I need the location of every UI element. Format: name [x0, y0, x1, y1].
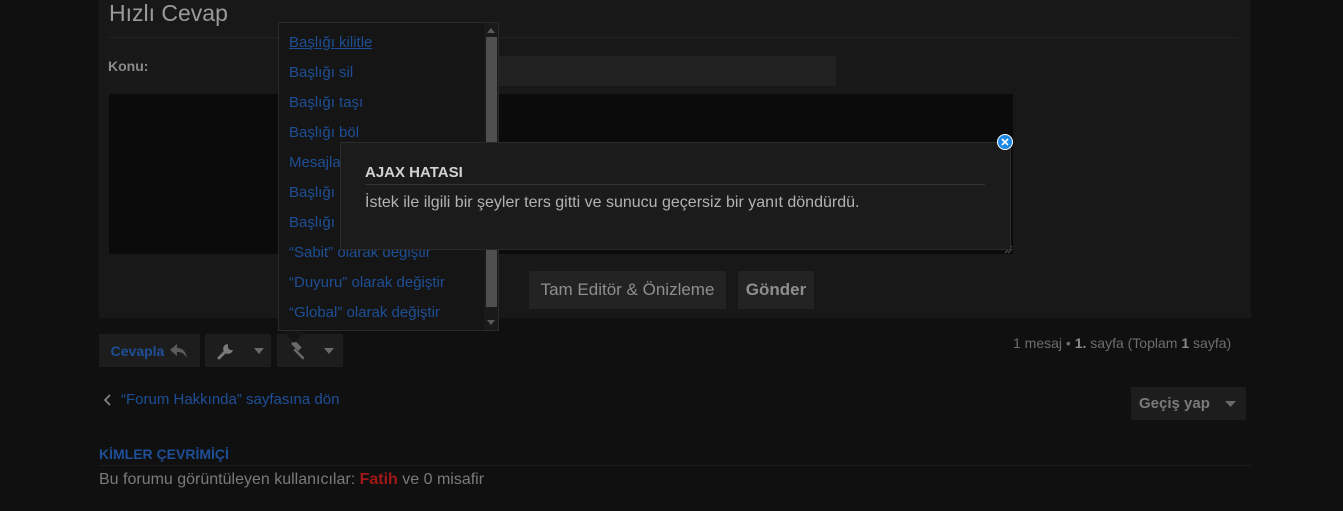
- menu-item-move-topic[interactable]: Başlığı taşı: [289, 94, 363, 111]
- hammer-icon: [291, 341, 305, 359]
- current-page: 1.: [1074, 335, 1087, 351]
- send-button[interactable]: Gönder: [738, 271, 814, 309]
- menu-item-split-topic[interactable]: Başlığı böl: [289, 124, 359, 141]
- reply-label: Cevapla: [110, 342, 165, 359]
- total-word: sayfa): [1193, 335, 1232, 351]
- subject-label: Konu:: [108, 58, 149, 74]
- post-count: 1 mesaj: [1013, 335, 1063, 351]
- online-suffix: ve 0 misafir: [402, 471, 485, 488]
- menu-item-delete-topic[interactable]: Başlığı sil: [289, 64, 353, 81]
- online-user-link[interactable]: Fatih: [360, 471, 398, 488]
- pagination-summary: 1 mesaj • 1. sayfa (Toplam 1 sayfa): [1013, 335, 1231, 351]
- scroll-down-arrow-icon[interactable]: [487, 320, 495, 325]
- menu-item-make-announcement[interactable]: “Duyuru” olarak değiştir: [289, 274, 445, 291]
- online-users-text: Bu forumu görüntüleyen kullanıcılar: Fat…: [99, 471, 484, 489]
- wrench-icon: [217, 343, 233, 359]
- caret-down-icon: [254, 347, 264, 354]
- reply-arrow-icon: [170, 343, 188, 358]
- subject-input[interactable]: [498, 56, 836, 86]
- jump-to-button[interactable]: Geçiş yap: [1131, 387, 1246, 420]
- close-icon[interactable]: [997, 134, 1013, 150]
- menu-item-topic-action-6[interactable]: Başlığı: [289, 184, 335, 201]
- menu-item-make-global[interactable]: “Global” olarak değiştir: [289, 304, 440, 321]
- reply-button[interactable]: Cevapla: [99, 334, 200, 367]
- chevron-left-icon: [104, 393, 111, 406]
- bullet-separator: •: [1065, 335, 1071, 351]
- back-to-forum-link[interactable]: “Forum Hakkında” sayfasına dön: [104, 391, 339, 408]
- menu-item-merge-posts[interactable]: Mesajla: [289, 154, 341, 171]
- back-link-label: “Forum Hakkında” sayfasına dön: [121, 391, 340, 408]
- moderation-dropdown[interactable]: [315, 334, 343, 367]
- who-is-online-heading: KİMLER ÇEVRİMİÇİ: [99, 446, 229, 462]
- online-prefix: Bu forumu görüntüleyen kullanıcılar:: [99, 471, 356, 488]
- caret-down-icon: [1225, 400, 1236, 407]
- online-divider: [99, 465, 1251, 466]
- menu-item-lock-topic[interactable]: Başlığı kilitle: [289, 34, 372, 51]
- topic-tools-button[interactable]: [205, 334, 247, 367]
- alert-divider: [365, 184, 985, 185]
- close-cross-glyph: [1001, 138, 1009, 146]
- topic-tools-dropdown[interactable]: [247, 334, 271, 367]
- alert-title: AJAX HATASI: [365, 164, 463, 181]
- full-editor-button[interactable]: Tam Editör & Önizleme: [529, 271, 726, 309]
- quick-reply-title: Hızlı Cevap: [109, 0, 228, 26]
- ajax-error-dialog: AJAX HATASI İstek ile ilgili bir şeyler …: [340, 142, 1011, 250]
- caret-down-icon: [324, 347, 334, 354]
- total-pages: 1: [1181, 335, 1190, 351]
- menu-item-topic-action-7[interactable]: Başlığı: [289, 214, 335, 231]
- jump-label: Geçiş yap: [1139, 395, 1210, 412]
- alert-message: İstek ile ilgili bir şeyler ters gitti v…: [365, 194, 860, 211]
- scroll-up-arrow-icon[interactable]: [487, 28, 495, 33]
- page-word: sayfa (Toplam: [1090, 335, 1178, 351]
